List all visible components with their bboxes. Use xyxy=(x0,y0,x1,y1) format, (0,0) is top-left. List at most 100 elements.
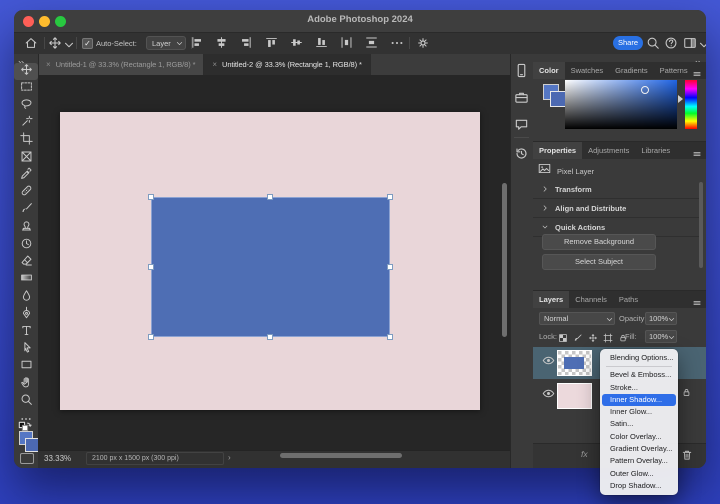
transform-handle[interactable] xyxy=(387,334,393,340)
healing-brush-tool[interactable] xyxy=(14,185,38,202)
tab-color[interactable]: Color xyxy=(533,62,565,79)
auto-select-target-dropdown[interactable]: Layer xyxy=(146,36,186,50)
brush-tool[interactable] xyxy=(14,202,38,219)
color-field[interactable] xyxy=(565,80,677,129)
auto-select-checkbox[interactable]: ✓ xyxy=(82,38,93,49)
lock-artboard-icon[interactable] xyxy=(603,330,613,348)
layer-thumbnail-background[interactable] xyxy=(557,383,592,409)
tab-gradients[interactable]: Gradients xyxy=(609,62,654,79)
menu-item-inner-shadow-[interactable]: Inner Shadow... xyxy=(602,394,676,406)
libraries-panel-icon[interactable] xyxy=(514,90,529,105)
clone-stamp-tool[interactable] xyxy=(14,220,38,237)
tab-adjustments[interactable]: Adjustments xyxy=(582,142,635,159)
home-icon[interactable] xyxy=(24,36,38,50)
shape-tool[interactable] xyxy=(14,359,38,376)
align-center-h-icon[interactable] xyxy=(215,36,228,50)
comments-panel-icon[interactable] xyxy=(514,117,529,132)
section-align-and-distribute[interactable]: Align and Distribute xyxy=(533,199,699,218)
document-info-chevron-icon[interactable]: › xyxy=(228,453,231,462)
eyedropper-tool[interactable] xyxy=(14,167,38,184)
transform-handle[interactable] xyxy=(148,264,154,270)
eraser-tool[interactable] xyxy=(14,254,38,271)
align-right-icon[interactable] xyxy=(240,36,253,50)
tool-settings-gear-icon[interactable] xyxy=(416,36,430,50)
align-bottom-icon[interactable] xyxy=(315,36,328,50)
learn-panel-icon[interactable] xyxy=(514,63,529,78)
workspace-chevron-icon[interactable] xyxy=(697,38,706,52)
select-subject-button[interactable]: Select Subject xyxy=(542,254,656,270)
path-select-tool[interactable] xyxy=(14,341,38,358)
canvas-horizontal-scrollbar[interactable] xyxy=(280,453,402,458)
menu-item-pattern-overlay-[interactable]: Pattern Overlay... xyxy=(602,455,676,467)
transform-handle[interactable] xyxy=(387,194,393,200)
menu-item-satin-[interactable]: Satin... xyxy=(602,418,676,430)
fill-dropdown[interactable]: 100% xyxy=(645,330,677,343)
tab-layers[interactable]: Layers xyxy=(533,291,569,308)
menu-item-color-overlay-[interactable]: Color Overlay... xyxy=(602,431,676,443)
history-brush-tool[interactable] xyxy=(14,237,38,254)
properties-scrollbar[interactable] xyxy=(699,182,703,268)
document-tab[interactable]: ×Untitled-1 @ 33.3% (Rectangle 1, RGB/8)… xyxy=(38,54,204,75)
tab-channels[interactable]: Channels xyxy=(569,291,613,308)
lock-move-icon[interactable] xyxy=(588,330,598,348)
distribute-v-icon[interactable] xyxy=(365,36,378,50)
tab-patterns[interactable]: Patterns xyxy=(654,62,694,79)
history-panel-icon[interactable] xyxy=(514,146,529,161)
search-icon[interactable] xyxy=(646,36,660,50)
transform-handle[interactable] xyxy=(148,334,154,340)
workspace-switcher-icon[interactable] xyxy=(683,36,697,50)
more-options-icon[interactable] xyxy=(390,36,404,50)
zoom-level[interactable]: 33.33% xyxy=(44,454,71,463)
move-tool-icon[interactable] xyxy=(48,36,62,50)
transform-handle[interactable] xyxy=(267,334,273,340)
align-center-v-icon[interactable] xyxy=(290,36,303,50)
layer-fx-icon[interactable]: fx xyxy=(581,449,588,459)
transform-handle[interactable] xyxy=(148,194,154,200)
tab-paths[interactable]: Paths xyxy=(613,291,644,308)
background-color-swatch[interactable] xyxy=(25,438,39,452)
blur-tool[interactable] xyxy=(14,289,38,306)
lock-paint-icon[interactable] xyxy=(573,330,583,348)
layer-thumbnail-rectangle[interactable] xyxy=(557,350,592,376)
hand-tool[interactable] xyxy=(14,376,38,393)
gradient-tool[interactable] xyxy=(14,272,38,289)
move-tool[interactable] xyxy=(14,63,38,80)
lock-transparent-icon[interactable] xyxy=(558,330,568,348)
tab-properties[interactable]: Properties xyxy=(533,142,582,159)
menu-item-gradient-overlay-[interactable]: Gradient Overlay... xyxy=(602,443,676,455)
blend-mode-dropdown[interactable]: Normal xyxy=(539,312,615,325)
transform-handle[interactable] xyxy=(387,264,393,270)
share-button[interactable]: Share xyxy=(613,36,643,50)
marquee-tool[interactable] xyxy=(14,80,38,97)
type-tool[interactable] xyxy=(14,324,38,341)
menu-item-outer-glow-[interactable]: Outer Glow... xyxy=(602,468,676,480)
distribute-h-icon[interactable] xyxy=(340,36,353,50)
delete-layer-trash-icon[interactable] xyxy=(681,448,693,466)
tab-swatches[interactable]: Swatches xyxy=(565,62,610,79)
menu-item-stroke-[interactable]: Stroke... xyxy=(602,382,676,394)
tool-preset-chevron-icon[interactable] xyxy=(62,38,76,52)
help-icon[interactable] xyxy=(664,36,678,50)
transform-handle[interactable] xyxy=(267,194,273,200)
zoom-tool[interactable] xyxy=(14,393,38,410)
menu-item-drop-shadow-[interactable]: Drop Shadow... xyxy=(602,480,676,492)
panel-foreground-color-swatch[interactable] xyxy=(550,91,566,107)
close-tab-icon[interactable]: × xyxy=(212,60,217,69)
layer-visibility-eye-icon[interactable] xyxy=(542,387,555,400)
object-selection-tool[interactable] xyxy=(14,115,38,132)
menu-item-bevel-emboss-[interactable]: Bevel & Emboss... xyxy=(602,369,676,381)
layer-visibility-eye-icon[interactable] xyxy=(542,354,555,367)
tab-libraries[interactable]: Libraries xyxy=(635,142,676,159)
quick-mask-button[interactable] xyxy=(20,453,34,464)
align-top-icon[interactable] xyxy=(265,36,278,50)
document-info[interactable]: 2100 px x 1500 px (300 ppi) xyxy=(86,452,224,465)
remove-background-button[interactable]: Remove Background xyxy=(542,234,656,250)
lasso-tool[interactable] xyxy=(14,98,38,115)
canvas-vertical-scrollbar[interactable] xyxy=(502,183,507,337)
crop-tool[interactable] xyxy=(14,133,38,150)
align-left-icon[interactable] xyxy=(190,36,203,50)
document-tab[interactable]: ×Untitled-2 @ 33.3% (Rectangle 1, RGB/8)… xyxy=(204,54,370,75)
selected-rectangle-shape[interactable] xyxy=(151,197,390,337)
frame-tool[interactable] xyxy=(14,150,38,167)
close-tab-icon[interactable]: × xyxy=(46,60,51,69)
